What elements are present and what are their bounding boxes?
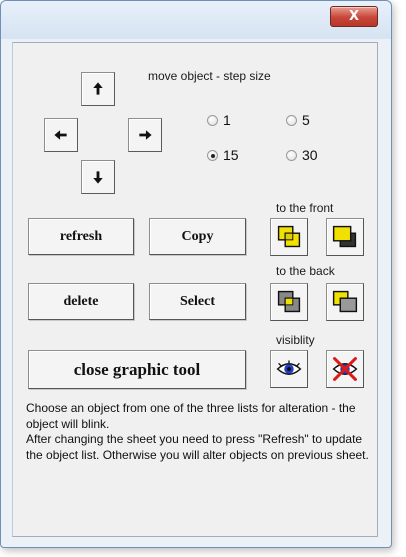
send-backward-icon <box>277 290 301 313</box>
step-radio-1[interactable]: 1 <box>207 112 231 128</box>
step-radio-label: 30 <box>302 147 318 163</box>
bring-forward-button[interactable] <box>270 218 308 256</box>
step-size-heading: move object - step size <box>148 69 271 83</box>
bring-to-front-icon <box>332 225 357 248</box>
move-down-button[interactable] <box>81 160 115 194</box>
arrow-right-icon <box>139 130 152 140</box>
eye-crossed-icon <box>332 357 358 381</box>
show-object-button[interactable] <box>270 350 308 388</box>
radio-indicator <box>207 114 218 126</box>
send-to-back-button[interactable] <box>326 283 364 321</box>
bring-to-front-button[interactable] <box>326 218 364 256</box>
step-radio-label: 15 <box>223 147 239 163</box>
radio-indicator <box>286 149 297 161</box>
arrow-pad-center <box>80 106 126 164</box>
copy-button[interactable]: Copy <box>149 218 246 255</box>
close-window-button[interactable]: X <box>330 6 378 27</box>
step-radio-label: 1 <box>223 112 231 128</box>
step-radio-5[interactable]: 5 <box>286 112 310 128</box>
move-right-button[interactable] <box>128 118 162 152</box>
arrow-up-icon <box>93 82 103 95</box>
select-button[interactable]: Select <box>149 283 246 320</box>
delete-button[interactable]: delete <box>28 283 134 320</box>
step-radio-30[interactable]: 30 <box>286 147 318 163</box>
send-backward-button[interactable] <box>270 283 308 321</box>
arrow-left-icon <box>54 130 67 140</box>
arrow-down-icon <box>93 171 103 184</box>
to-the-back-label: to the back <box>276 264 335 278</box>
radio-indicator <box>286 114 297 126</box>
radio-indicator-selected <box>207 149 218 161</box>
eye-icon <box>276 360 302 375</box>
step-radio-15[interactable]: 15 <box>207 147 239 163</box>
move-left-button[interactable] <box>44 118 78 152</box>
help-text: Choose an object from one of the three l… <box>26 401 369 462</box>
send-to-back-icon <box>332 290 358 313</box>
step-radio-label: 5 <box>302 112 310 128</box>
move-up-button[interactable] <box>81 72 115 106</box>
close-graphic-tool-button[interactable]: close graphic tool <box>28 350 246 389</box>
hide-object-button[interactable] <box>326 350 364 388</box>
bring-forward-icon <box>277 225 301 248</box>
refresh-button[interactable]: refresh <box>28 218 134 255</box>
to-the-front-label: to the front <box>276 201 334 215</box>
visibility-label: visiblity <box>276 333 315 347</box>
